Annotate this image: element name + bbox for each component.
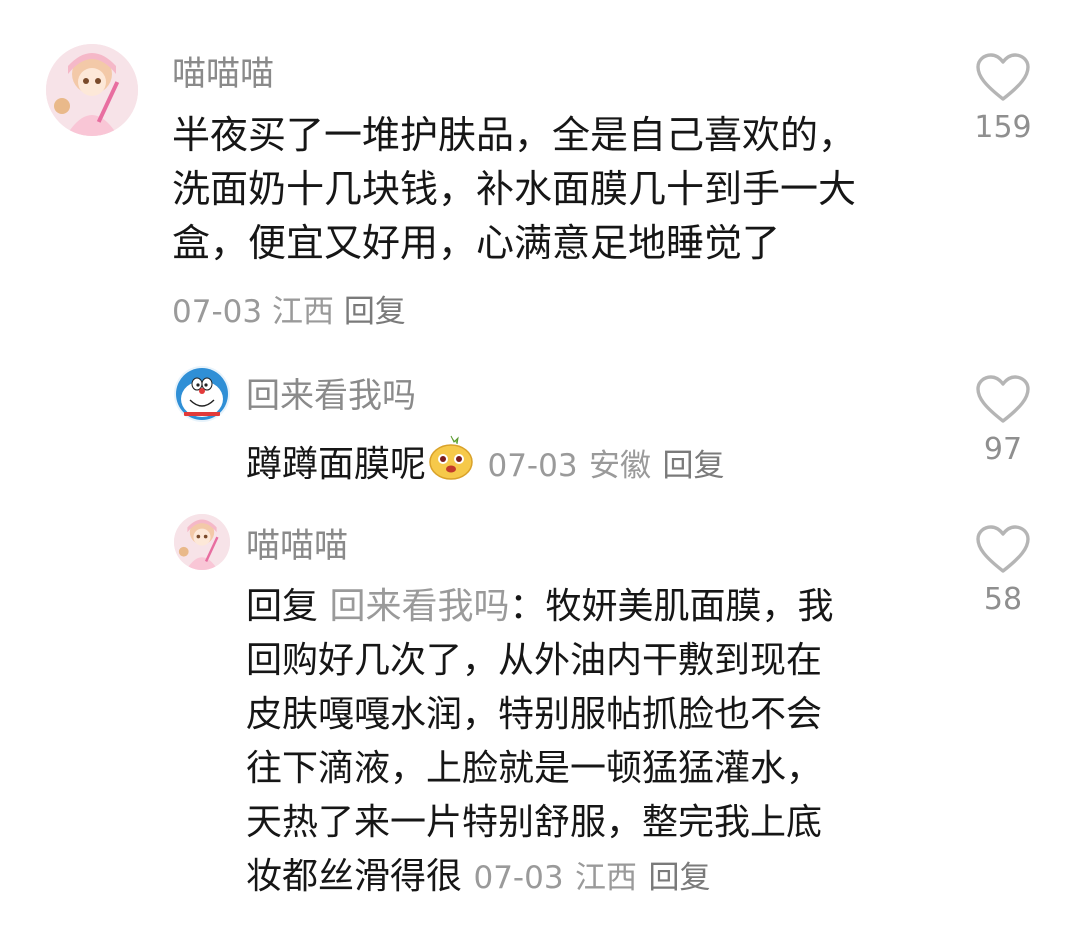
anime-girl-avatar-icon bbox=[174, 514, 230, 570]
heart-icon[interactable] bbox=[975, 52, 1031, 102]
reply-to-user[interactable]: 回来看我吗 bbox=[329, 586, 509, 627]
comment-date: 07-03 bbox=[487, 448, 578, 484]
comment-username[interactable]: 喵喵喵 bbox=[172, 46, 274, 95]
comment-location: 安徽 bbox=[589, 448, 652, 484]
like-count: 97 bbox=[983, 432, 1023, 467]
reply-colon: ： bbox=[509, 586, 546, 627]
heart-icon[interactable] bbox=[975, 374, 1031, 424]
comment-item: 喵喵喵 半夜买了一堆护肤品，全是自己喜欢的， 洗面奶十几块钱，补水面膜几十到手一… bbox=[0, 0, 1080, 340]
comment-text: 回复 回来看我吗：牧妍美肌面膜，我 回购好几次了，从外油内干敷到现在 皮肤嘎嘎水… bbox=[246, 580, 834, 905]
comment-body: 妆都丝滑得很 bbox=[246, 856, 463, 897]
reply-button[interactable]: 回复 bbox=[344, 294, 406, 330]
comment-date: 07-03 bbox=[172, 294, 263, 330]
comment-text-line: 洗面奶十几块钱，补水面膜几十到手一大 bbox=[172, 167, 857, 211]
yellow-blob-emoji-icon bbox=[426, 432, 476, 496]
avatar[interactable] bbox=[46, 44, 138, 136]
comment-body: 牧妍美肌面膜，我 bbox=[545, 586, 834, 627]
like-column: 58 bbox=[958, 524, 1048, 617]
comment-username[interactable]: 回来看我吗 bbox=[246, 368, 416, 417]
comment-text-line: 回购好几次了，从外油内干敷到现在 bbox=[246, 640, 823, 681]
comment-text-line: 皮肤嘎嘎水润，特别服帖抓脸也不会 bbox=[246, 694, 823, 735]
anime-girl-avatar-icon bbox=[46, 44, 138, 136]
reply-button[interactable]: 回复 bbox=[648, 860, 710, 896]
avatar[interactable] bbox=[174, 366, 230, 422]
like-count: 159 bbox=[974, 110, 1032, 145]
comment-item: 回来看我吗 蹲蹲面膜呢 07-03 安徽 回复 97 bbox=[0, 340, 1080, 500]
like-column: 97 bbox=[958, 374, 1048, 467]
reply-prefix: 回复 bbox=[246, 586, 319, 627]
comment-text: 蹲蹲面膜呢 07-03 安徽 回复 bbox=[246, 432, 724, 496]
comment-text-line: 妆都丝滑得很 07-03 江西 回复 bbox=[246, 850, 834, 905]
comment-text-line: 半夜买了一堆护肤品，全是自己喜欢的， bbox=[172, 113, 857, 157]
comment-meta: 07-03 江西 回复 bbox=[172, 286, 406, 331]
comment-location: 江西 bbox=[271, 294, 334, 330]
comment-text: 半夜买了一堆护肤品，全是自己喜欢的， 洗面奶十几块钱，补水面膜几十到手一大 盒，… bbox=[172, 108, 856, 270]
comment-date: 07-03 bbox=[473, 860, 564, 896]
reply-button[interactable]: 回复 bbox=[662, 448, 724, 484]
comment-body: 蹲蹲面膜呢 bbox=[246, 444, 427, 485]
comment-item: 喵喵喵 回复 回来看我吗：牧妍美肌面膜，我 回购好几次了，从外油内干敷到现在 皮… bbox=[0, 500, 1080, 938]
comment-username[interactable]: 喵喵喵 bbox=[246, 518, 348, 567]
comment-text-line: 往下滴液，上脸就是一顿猛猛灌水， bbox=[246, 748, 823, 789]
doraemon-avatar-icon bbox=[176, 368, 228, 420]
comment-text-line: 天热了来一片特别舒服，整完我上底 bbox=[246, 802, 823, 843]
avatar[interactable] bbox=[174, 514, 230, 570]
like-column: 159 bbox=[958, 52, 1048, 145]
comment-text-line: 回复 回来看我吗：牧妍美肌面膜，我 bbox=[246, 580, 834, 634]
comment-text-line: 盒，便宜又好用，心满意足地睡觉了 bbox=[172, 221, 781, 265]
comment-location: 江西 bbox=[575, 860, 638, 896]
heart-icon[interactable] bbox=[975, 524, 1031, 574]
like-count: 58 bbox=[983, 582, 1023, 617]
